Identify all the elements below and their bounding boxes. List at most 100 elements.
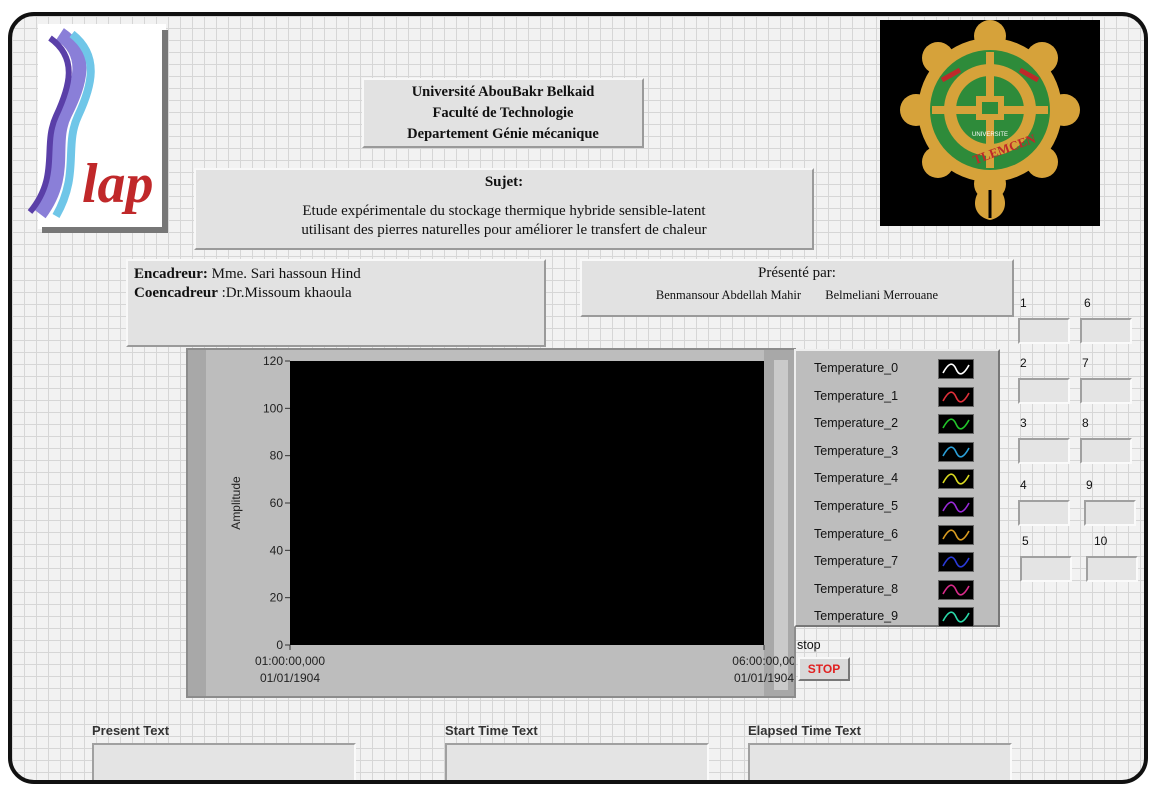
chart-canvas: Amplitude 0 20 40 60 80 100 120 01:00:00,000 01… — [188, 350, 796, 696]
indicator-label-7: 7 — [1082, 356, 1089, 370]
legend-series-name: Temperature_1 — [814, 388, 899, 403]
indicator-label-8: 8 — [1082, 416, 1089, 430]
legend-item-1[interactable]: Temperature_1 — [796, 385, 1006, 411]
legend-line-swatch — [938, 579, 974, 600]
legend-series-name: Temperature_6 — [814, 526, 899, 541]
y-tick-label: 20 — [270, 591, 284, 605]
lap-logo: lap — [20, 24, 170, 234]
legend-item-0[interactable]: Temperature_0 — [796, 357, 1006, 383]
indicator-label-10: 10 — [1094, 534, 1108, 548]
plot-area[interactable] — [290, 361, 764, 645]
encadreur-label: Encadreur: — [134, 266, 208, 282]
chart-left-shade — [188, 350, 206, 696]
indicator-10 — [1086, 556, 1138, 582]
legend-item-3[interactable]: Temperature_3 — [796, 440, 1006, 466]
university-name: Université AbouBakr Belkaid — [411, 84, 595, 100]
indicator-label-2: 2 — [1020, 356, 1027, 370]
indicator-3 — [1018, 438, 1070, 464]
encadreur-line: Encadreur: Mme. Sari hassoun Hind — [134, 265, 538, 284]
logo-small-text: UNIVERSITE — [972, 132, 1008, 138]
indicator-label-3: 3 — [1020, 416, 1027, 430]
indicator-block-7: 7 — [1080, 354, 1140, 410]
legend-item-6[interactable]: Temperature_6 — [796, 523, 1006, 549]
indicator-block-4: 4 — [1018, 476, 1078, 532]
stop-button[interactable]: STOP — [798, 657, 850, 681]
legend-item-7[interactable]: Temperature_7 — [796, 550, 1006, 576]
y-tick-label: 80 — [270, 449, 284, 463]
y-axis-label: Amplitude — [229, 476, 243, 530]
department-name: Departement Génie mécanique — [407, 126, 599, 142]
y-tick-label: 120 — [263, 354, 283, 368]
elapsed-time-text-label: Elapsed Time Text — [748, 723, 861, 738]
indicator-block-6: 6 — [1080, 294, 1140, 350]
indicator-block-5: 5 — [1020, 532, 1080, 588]
legend-series-name: Temperature_5 — [814, 499, 899, 513]
y-tick-label: 40 — [270, 543, 284, 557]
legend-series-name: Temperature_4 — [814, 471, 899, 486]
presenters-box: Présenté par: Benmansour Abdellah Mahir … — [580, 259, 1014, 317]
legend-line-swatch — [938, 414, 974, 435]
indicator-label-1: 1 — [1020, 296, 1027, 310]
indicator-block-9: 9 — [1084, 476, 1144, 532]
legend-series-name: Temperature_2 — [814, 416, 899, 431]
legend-series-name: Temperature_7 — [814, 554, 899, 569]
subject-line-2: utilisant des pierres naturelles pour am… — [301, 222, 707, 238]
legend-series-name: Temperature_0 — [814, 361, 899, 375]
indicator-2 — [1018, 378, 1070, 404]
university-tlemcen-logo: UNIVERSITE TLEMCEN — [880, 20, 1100, 226]
stop-label: stop — [797, 638, 821, 652]
institution-header: Université AbouBakr Belkaid Faculté de T… — [362, 78, 644, 148]
legend-series-name: Temperature_9 — [814, 609, 899, 624]
legend-line-swatch — [938, 497, 974, 517]
presenters-names: Benmansour Abdellah Mahir Belmeliani Mer… — [582, 286, 1012, 304]
indicator-5 — [1020, 556, 1072, 582]
plot-legend[interactable]: Temperature_0 Temperature_1 Temperature_2 T… — [794, 349, 1000, 628]
x-tick-label: 01/01/1904 — [734, 671, 794, 685]
indicator-label-5: 5 — [1022, 534, 1029, 548]
presenters-title: Présenté par: — [758, 265, 836, 281]
legend-item-5[interactable]: Temperature_5 — [796, 495, 1006, 521]
indicator-block-1: 1 — [1018, 294, 1078, 350]
indicator-block-8: 8 — [1080, 414, 1140, 470]
x-tick-label: 01/01/1904 — [260, 671, 320, 685]
subject-box: Sujet: Etude expérimentale du stockage t… — [194, 168, 814, 250]
indicator-block-10: 10 — [1086, 532, 1142, 588]
indicator-block-2: 2 — [1018, 354, 1078, 410]
coencadreur-name: :Dr.Missoum khaoula — [217, 285, 352, 301]
indicator-6 — [1080, 318, 1132, 344]
subject-title: Sujet: — [484, 174, 524, 190]
present-text-field — [92, 743, 356, 780]
indicator-7 — [1080, 378, 1132, 404]
legend-item-2[interactable]: Temperature_2 — [796, 412, 1006, 438]
waveform-chart[interactable]: Amplitude 0 20 40 60 80 100 120 01:00:00,000 01… — [186, 348, 796, 698]
y-tick-label: 100 — [263, 401, 283, 415]
supervisors-box: Encadreur: Mme. Sari hassoun Hind Coenca… — [126, 259, 546, 347]
indicator-label-6: 6 — [1084, 296, 1091, 310]
indicator-block-3: 3 — [1018, 414, 1078, 470]
student-1: Benmansour Abdellah Mahir — [655, 288, 802, 302]
lap-logo-text: lap — [82, 153, 154, 215]
legend-line-swatch — [938, 359, 974, 379]
coencadreur-label: Coencadreur — [134, 285, 218, 301]
present-text-label: Present Text — [92, 723, 170, 738]
start-time-text-field — [445, 743, 709, 780]
start-time-text-label: Start Time Text — [445, 723, 538, 738]
legend-line-swatch — [938, 441, 974, 462]
legend-item-8[interactable]: Temperature_8 — [796, 578, 1006, 604]
student-2: Belmeliani Merrouane — [825, 288, 939, 302]
elapsed-time-text-field — [748, 743, 1012, 780]
legend-item-4[interactable]: Temperature_4 — [796, 467, 1006, 493]
legend-line-swatch — [938, 524, 974, 545]
faculty-name: Faculté de Technologie — [432, 105, 574, 121]
chart-scrollbar[interactable] — [774, 360, 788, 690]
indicator-8 — [1080, 438, 1132, 464]
legend-item-9[interactable]: Temperature_9 — [796, 605, 1006, 631]
y-tick-label: 0 — [276, 638, 283, 652]
y-tick-label: 60 — [270, 496, 284, 510]
indicator-1 — [1018, 318, 1070, 344]
legend-series-name: Temperature_3 — [814, 443, 899, 458]
x-tick-label: 01:00:00,000 — [255, 654, 325, 668]
legend-line-swatch — [938, 469, 974, 490]
indicator-9 — [1084, 500, 1136, 526]
legend-line-swatch — [938, 386, 974, 407]
